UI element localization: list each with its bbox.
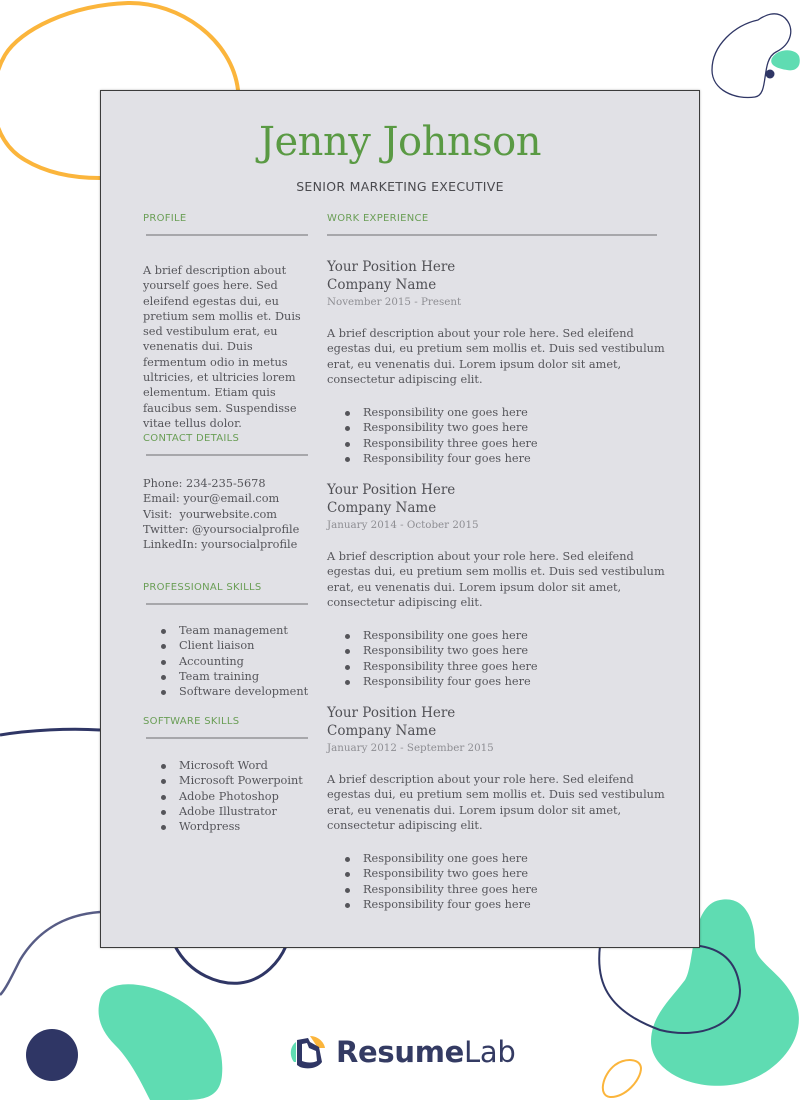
responsibility-item: Responsibility three goes here (343, 436, 672, 451)
contact-list: Phone: 234-235-5678 Email: your@email.co… (143, 476, 333, 552)
mint-blob-top-right (771, 50, 800, 71)
resume-page: Jenny Johnson SENIOR MARKETING EXECUTIVE… (100, 90, 700, 948)
job-company: Company Name (327, 277, 437, 293)
software-skills-list: Microsoft Word Microsoft Powerpoint Adob… (159, 758, 339, 834)
navy-dot-top-right (765, 69, 775, 79)
contact-heading: CONTACT DETAILS (143, 433, 240, 444)
profile-heading: PROFILE (143, 213, 187, 224)
job-entry: Your Position Here Company Name January … (327, 481, 672, 689)
job-entry: Your Position Here Company Name November… (327, 258, 672, 466)
skill-item: Client liaison (159, 638, 329, 653)
job-company: Company Name (327, 500, 437, 516)
resumelab-logo[interactable]: ResumeLab (288, 1030, 516, 1074)
software-item: Adobe Photoshop (159, 789, 339, 804)
candidate-job-title: SENIOR MARKETING EXECUTIVE (296, 179, 504, 194)
job-company: Company Name (327, 723, 437, 739)
work-experience-heading: WORK EXPERIENCE (327, 213, 429, 224)
responsibility-item: Responsibility one goes here (343, 405, 672, 420)
responsibility-item: Responsibility three goes here (343, 882, 672, 897)
job-dates: January 2014 - October 2015 (327, 519, 479, 531)
profile-text: A brief description about yourself goes … (143, 264, 301, 430)
job-responsibilities: Responsibility one goes here Responsibil… (343, 405, 672, 466)
profile-divider (146, 234, 308, 236)
software-skills-divider (146, 737, 308, 739)
contact-phone: Phone: 234-235-5678 (143, 477, 266, 490)
job-position: Your Position Here (327, 259, 456, 275)
job-position: Your Position Here (327, 705, 456, 721)
responsibility-item: Responsibility two goes here (343, 643, 672, 658)
responsibility-item: Responsibility four goes here (343, 451, 672, 466)
responsibility-item: Responsibility two goes here (343, 866, 672, 881)
job-description: A brief description about your role here… (327, 773, 665, 832)
professional-skills-heading: PROFESSIONAL SKILLS (143, 582, 262, 593)
job-responsibilities: Responsibility one goes here Responsibil… (343, 628, 672, 689)
job-description: A brief description about your role here… (327, 327, 665, 386)
job-position: Your Position Here (327, 482, 456, 498)
navy-curve-left (0, 910, 101, 996)
responsibility-item: Responsibility four goes here (343, 897, 672, 912)
responsibility-item: Responsibility three goes here (343, 659, 672, 674)
job-dates: January 2012 - September 2015 (327, 742, 494, 754)
responsibility-item: Responsibility four goes here (343, 674, 672, 689)
contact-linkedin[interactable]: LinkedIn: yoursocialprofile (143, 537, 333, 552)
software-skills-heading: SOFTWARE SKILLS (143, 716, 240, 727)
software-item: Adobe Illustrator (159, 804, 339, 819)
software-item: Microsoft Word (159, 758, 339, 773)
navy-curve-bottom (173, 945, 288, 985)
logo-wordmark: ResumeLab (336, 1035, 516, 1069)
contact-website[interactable]: Visit: yourwebsite.com (143, 507, 333, 522)
skill-item: Software development (159, 684, 329, 699)
candidate-name: Jenny Johnson (258, 119, 542, 165)
skill-item: Accounting (159, 654, 329, 669)
resumelab-logo-icon (290, 1036, 325, 1069)
job-dates: November 2015 - Present (327, 296, 462, 308)
mint-blob-bottom-left (98, 984, 223, 1100)
navy-dot-bottom-left (26, 1029, 78, 1081)
orange-ring-bottom-right (601, 1059, 643, 1099)
skill-item: Team training (159, 669, 329, 684)
work-experience-divider (327, 234, 657, 236)
skill-item: Team management (159, 623, 329, 638)
software-item: Wordpress (159, 819, 339, 834)
job-responsibilities: Responsibility one goes here Responsibil… (343, 851, 672, 912)
contact-email[interactable]: Email: your@email.com (143, 491, 333, 506)
professional-skills-divider (146, 603, 308, 605)
professional-skills-list: Team management Client liaison Accountin… (159, 623, 329, 699)
responsibility-item: Responsibility one goes here (343, 628, 672, 643)
responsibility-item: Responsibility one goes here (343, 851, 672, 866)
responsibility-item: Responsibility two goes here (343, 420, 672, 435)
logo-wordmark-light: Lab (464, 1035, 516, 1069)
job-description: A brief description about your role here… (327, 550, 665, 609)
job-entry: Your Position Here Company Name January … (327, 704, 672, 912)
contact-twitter[interactable]: Twitter: @yoursocialprofile (143, 522, 333, 537)
logo-wordmark-bold: Resume (336, 1035, 464, 1069)
contact-divider (146, 454, 308, 456)
software-item: Microsoft Powerpoint (159, 773, 339, 788)
navy-line-left (0, 727, 101, 737)
